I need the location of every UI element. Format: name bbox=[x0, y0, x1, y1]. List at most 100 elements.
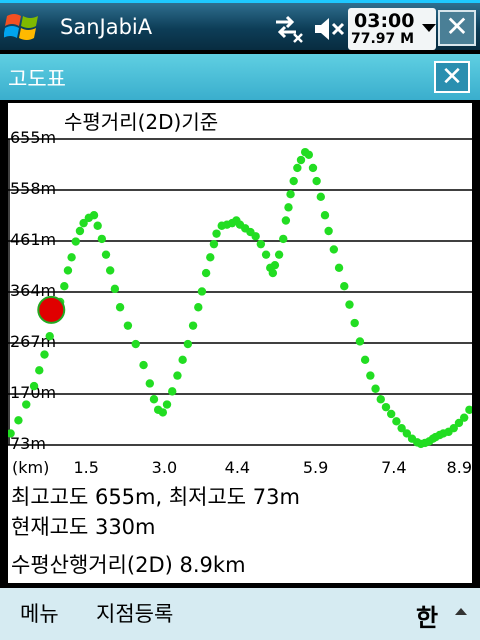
y-tick-label: 461m bbox=[10, 230, 56, 249]
ime-arrow-icon[interactable] bbox=[455, 608, 467, 615]
elevation-point bbox=[40, 350, 49, 359]
soft-key-bar: 메뉴 지점등록 한 bbox=[0, 588, 480, 640]
x-tick-label: 1.5 bbox=[73, 458, 98, 477]
elevation-point bbox=[14, 416, 23, 425]
clock-widget[interactable]: 03:00 77.97 M bbox=[348, 8, 436, 50]
elevation-point bbox=[75, 226, 85, 236]
elevation-point bbox=[101, 250, 111, 259]
elevation-point bbox=[212, 229, 221, 238]
elevation-point bbox=[381, 402, 391, 412]
elevation-point bbox=[465, 405, 472, 414]
elevation-point bbox=[256, 239, 266, 249]
dialog-title-bar: 고도표 ✕ bbox=[0, 54, 480, 100]
dialog-title: 고도표 bbox=[8, 67, 66, 91]
speed-readout: 77.97 M bbox=[351, 31, 415, 47]
elevation-point bbox=[183, 339, 193, 349]
elevation-point bbox=[366, 371, 375, 380]
clock-time: 03:00 bbox=[354, 10, 415, 32]
y-tick-label: 558m bbox=[10, 179, 56, 198]
windows-start-icon[interactable] bbox=[4, 8, 42, 46]
elevation-point bbox=[206, 253, 215, 262]
elevation-point bbox=[371, 384, 380, 393]
elevation-point bbox=[281, 216, 291, 225]
elevation-point bbox=[89, 211, 99, 220]
elevation-point bbox=[201, 268, 211, 278]
app-title: SanJabiA bbox=[60, 15, 153, 39]
x-tick-label: 4.4 bbox=[225, 458, 250, 477]
elevation-point bbox=[93, 221, 102, 230]
input-method-icon[interactable]: 한 bbox=[416, 598, 448, 632]
elevation-point bbox=[194, 303, 203, 312]
elevation-point bbox=[296, 155, 306, 165]
x-axis-label: (km) bbox=[12, 458, 49, 477]
elevation-point bbox=[360, 355, 370, 365]
dialog-close-button[interactable]: ✕ bbox=[434, 61, 470, 93]
elevation-point bbox=[173, 371, 182, 380]
taskbar: SanJabiA 03:00 77.97 M ✕ bbox=[0, 0, 480, 50]
current-altitude: 현재고도 330m bbox=[11, 515, 156, 539]
elevation-point bbox=[386, 409, 396, 419]
elevation-point bbox=[35, 366, 44, 375]
elevation-point bbox=[320, 211, 330, 220]
elevation-point bbox=[197, 287, 207, 296]
connectivity-icon[interactable] bbox=[272, 14, 306, 44]
elevation-point bbox=[209, 239, 219, 249]
elevation-point bbox=[115, 303, 125, 312]
current-position-marker bbox=[37, 295, 66, 324]
elevation-point bbox=[97, 234, 107, 244]
elevation-point bbox=[324, 226, 333, 236]
elevation-point bbox=[67, 253, 76, 262]
menu-softkey[interactable]: 메뉴 bbox=[20, 598, 59, 628]
elevation-point bbox=[304, 150, 314, 159]
elevation-point bbox=[29, 381, 39, 391]
elevation-point bbox=[340, 282, 349, 291]
dropdown-arrow-icon bbox=[422, 24, 436, 32]
elevation-point bbox=[145, 379, 155, 388]
elevation-point bbox=[149, 395, 159, 404]
x-tick-label: 5.9 bbox=[303, 458, 328, 477]
elevation-point bbox=[71, 237, 80, 246]
elevation-point bbox=[316, 192, 326, 202]
elevation-point bbox=[22, 400, 31, 409]
elevation-point bbox=[123, 321, 133, 330]
elevation-point bbox=[284, 203, 293, 212]
elevation-point bbox=[289, 176, 298, 186]
volume-muted-icon[interactable] bbox=[312, 14, 346, 44]
elevation-point bbox=[345, 300, 354, 309]
elevation-panel: 73m 170m 267m 364m 461m 558m 655m 수평거리(2D)기준 (km… bbox=[5, 100, 475, 586]
max-min-altitude: 최고고도 655m, 최저고도 73m bbox=[11, 485, 300, 509]
elevation-point bbox=[329, 245, 339, 254]
add-waypoint-softkey[interactable]: 지점등록 bbox=[96, 598, 173, 628]
elevation-point bbox=[376, 395, 385, 404]
elevation-point bbox=[355, 337, 365, 346]
elevation-point bbox=[45, 331, 54, 341]
elevation-point bbox=[158, 408, 168, 417]
elevation-point bbox=[334, 263, 344, 273]
elevation-point bbox=[293, 163, 302, 173]
elevation-point bbox=[286, 190, 295, 199]
elevation-point bbox=[168, 387, 177, 396]
elevation-point bbox=[270, 260, 280, 270]
x-tick-label: 3.0 bbox=[152, 458, 177, 477]
elevation-point bbox=[459, 413, 469, 422]
elevation-point bbox=[139, 360, 148, 370]
app-close-button[interactable]: ✕ bbox=[438, 10, 476, 46]
chart-title: 수평거리(2D)기준 bbox=[64, 110, 218, 134]
elevation-point bbox=[392, 417, 401, 426]
elevation-point bbox=[60, 282, 69, 291]
elevation-point bbox=[110, 284, 120, 294]
elevation-point bbox=[162, 400, 172, 409]
horizontal-distance: 수평산행거리(2D) 8.9km bbox=[11, 553, 246, 577]
y-tick-label: 655m bbox=[10, 128, 56, 147]
elevation-point bbox=[274, 250, 284, 259]
elevation-point bbox=[105, 266, 115, 275]
elevation-point bbox=[308, 163, 318, 173]
x-tick-label: 8.9 bbox=[447, 458, 472, 477]
elevation-point bbox=[63, 266, 73, 275]
elevation-point bbox=[268, 268, 278, 278]
elevation-point bbox=[251, 232, 260, 241]
elevation-point bbox=[261, 250, 271, 259]
elevation-point bbox=[188, 321, 198, 330]
elevation-point bbox=[279, 234, 288, 244]
y-tick-label: 73m bbox=[10, 434, 46, 453]
